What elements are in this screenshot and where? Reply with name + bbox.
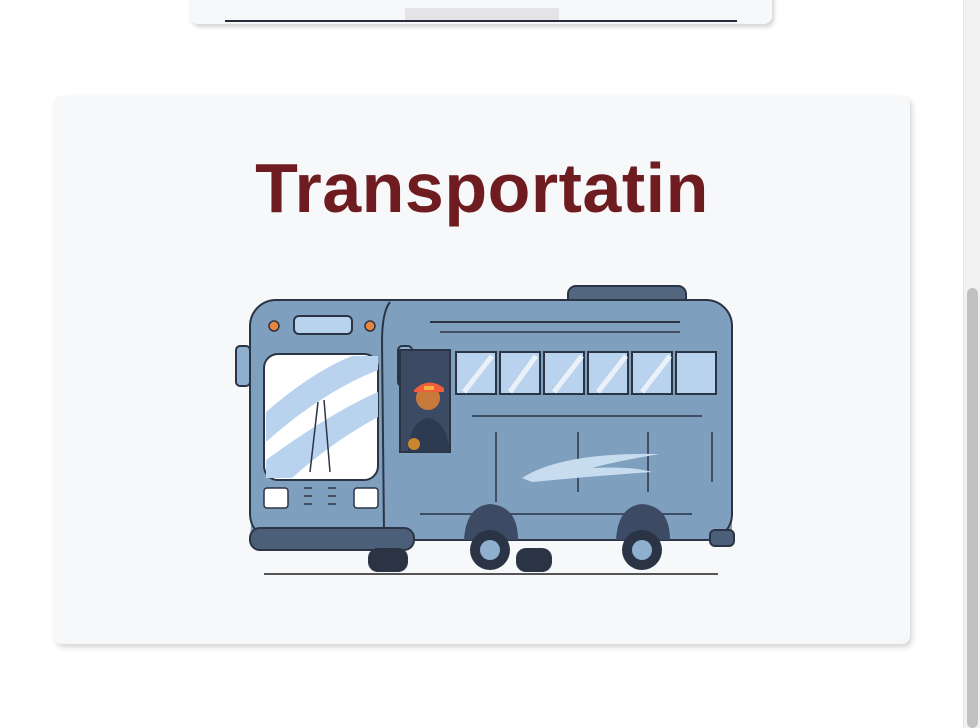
scrollbar-thumb[interactable] [967,288,978,728]
scrollbar-track[interactable] [963,0,980,728]
bus-illustration-icon [235,285,735,575]
previous-card [190,0,772,24]
previous-card-underline [225,20,737,22]
card-title: Transportatin [255,149,709,227]
transportation-card[interactable]: Transportatin [54,96,910,644]
